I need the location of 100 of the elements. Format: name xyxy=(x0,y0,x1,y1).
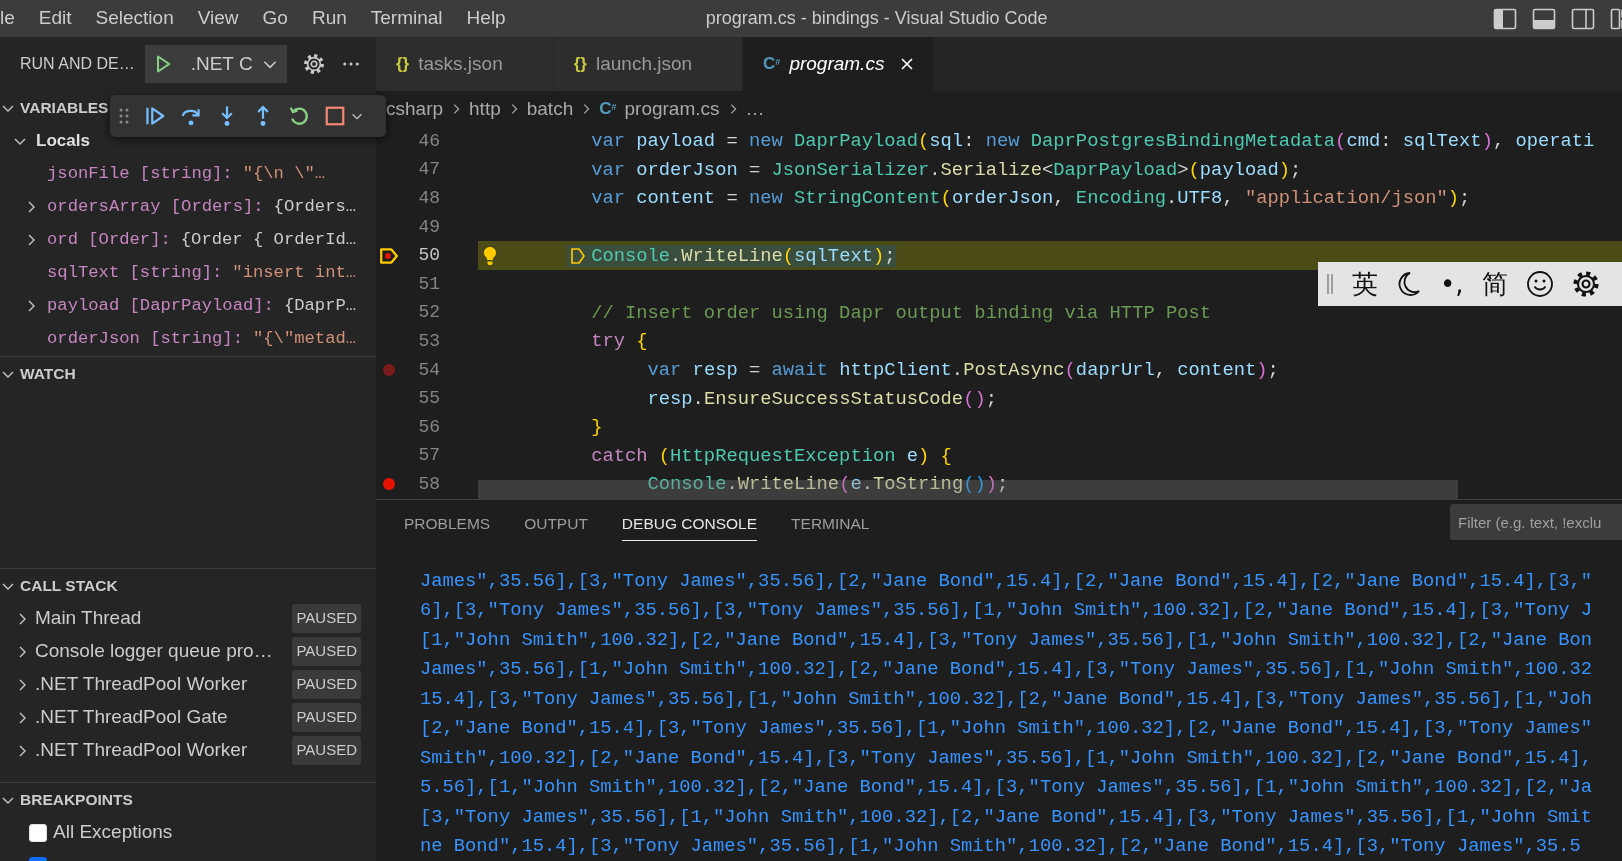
ime-toggle[interactable]: 简 xyxy=(1481,264,1508,304)
code-line: try { xyxy=(590,329,648,355)
thread-row[interactable]: Console logger queue pro… PAUSED xyxy=(0,635,376,669)
line-number: 52 xyxy=(417,301,440,325)
line-number: 54 xyxy=(417,358,440,382)
execution-marker-icon xyxy=(570,246,587,265)
code-line: var content = new StringContent(orderJson, Encoding.UTF8, "application/json"); xyxy=(590,186,1471,212)
console-output-line: ne Bond",15.4],[3,"Tony James",35.56],[1,"John Smith",100.32],[2,"Jane Bond",15.4],[3,"Tony James",35.5 xyxy=(420,834,1582,860)
code-line: var orderJson = JsonSerializer.Serialize<DaprPayload>(payload); xyxy=(590,157,1302,183)
line-number: 51 xyxy=(417,272,440,296)
breadcrumb-item[interactable]: C$^{#}$ program.cs xyxy=(599,94,720,124)
breadcrumb-item[interactable]: csharp xyxy=(386,94,444,124)
line-number: 53 xyxy=(417,330,440,353)
console-output-line: 5.56],[1,"John Smith",100.32],[2,"Jane Bond",15.4],[3,"Tony James",35.56],[1,"John Smith",100.32],[2,"Ja xyxy=(420,775,1594,801)
editor-tab[interactable]: {} launch.json xyxy=(553,37,744,92)
moon-icon[interactable] xyxy=(1396,270,1422,298)
panel-toggle-icon[interactable] xyxy=(1532,7,1556,30)
drag-handle-icon[interactable] xyxy=(118,107,130,125)
console-output-line: James",35.56],[1,"John Smith",100.32],[2,"Jane Bond",15.4],[3,"Tony James",35.56],[1,"John Smith",100.32 xyxy=(420,657,1594,683)
code-line: var resp = await httpClient.PostAsync(daprUrl, content); xyxy=(646,358,1279,383)
continue-icon[interactable] xyxy=(144,105,166,127)
section-header[interactable]: VARIABLES xyxy=(0,91,109,125)
menu-item[interactable]: Help xyxy=(466,4,506,33)
sidebar-toggle-icon[interactable] xyxy=(1493,7,1517,30)
line-number: 48 xyxy=(417,187,440,211)
console-output-line: 6],[3,"Tony James",35.56],[3,"Tony James",35.56],[1,"John Smith",100.32],[2,"Jane Bond",15.4],[3,"Tony J xyxy=(420,598,1594,624)
code-line: // Insert order using Dapr output binding via HTTP Post xyxy=(590,300,1212,326)
console-output-line: James",35.56],[3,"Tony James",35.56],[2,"Jane Bond",15.4],[2,"Jane Bond",15.4],[2,"Jane Bond",15.4],[3," xyxy=(420,568,1594,594)
code-line: catch (HttpRequestException e) { xyxy=(590,443,952,469)
variable-row[interactable]: orderJson [string]: "{\"metad… xyxy=(0,322,376,356)
panel-tab[interactable]: DEBUG CONSOLE xyxy=(621,503,758,542)
current-line-breakpoint-icon[interactable] xyxy=(379,245,399,266)
status-badge: PAUSED xyxy=(292,736,361,765)
code-line: resp.EnsureSuccessStatusCode(); xyxy=(646,386,997,412)
lightbulb-icon[interactable] xyxy=(481,245,498,266)
line-number: 56 xyxy=(417,415,440,439)
panel-tab[interactable]: OUTPUT xyxy=(524,503,588,542)
breadcrumb-item[interactable]: batch xyxy=(526,94,574,124)
thread-row[interactable]: .NET ThreadPool Gate PAUSED xyxy=(0,701,376,735)
line-number: 46 xyxy=(417,129,440,153)
json-file-icon: {} xyxy=(573,51,587,77)
line-number: 58 xyxy=(417,472,440,496)
drag-handle-icon[interactable] xyxy=(1326,272,1334,296)
menu-item[interactable]: Go xyxy=(262,4,288,33)
ime-toggle[interactable]: •, xyxy=(1440,264,1464,304)
menu-item[interactable]: Selection xyxy=(95,4,174,33)
code-line: Console.WriteLine(e.ToString()); xyxy=(646,472,1009,498)
variable-row[interactable]: ord [Order]: {Order { OrderId… xyxy=(0,223,376,257)
status-badge: PAUSED xyxy=(292,637,361,666)
menu-item[interactable]: Run xyxy=(311,4,347,33)
section-header[interactable]: CALL STACK xyxy=(0,569,118,603)
variable-row[interactable]: payload [DaprPayload]: {DaprP… xyxy=(0,289,376,323)
menu-item[interactable]: Edit xyxy=(38,4,72,33)
console-output-line: Smith",100.32],[2,"Jane Bond",15.4],[3,"Tony James",35.56],[1,"John Smith",100.32],[2,"Jane Bond",15.4], xyxy=(420,745,1594,771)
csharp-file-icon: C$^{#}$ xyxy=(599,96,617,122)
panel-title: RUN AND DE… xyxy=(20,54,135,75)
breakpoint-icon[interactable] xyxy=(382,477,396,492)
ime-toggle[interactable]: 英 xyxy=(1352,264,1378,304)
section-header[interactable]: WATCH xyxy=(0,357,76,391)
csharp-file-icon: C$^{#}$ xyxy=(763,51,781,77)
breadcrumb-item[interactable]: http xyxy=(469,94,501,124)
breakpoint-label: All Exceptions xyxy=(53,820,173,845)
filter-field[interactable]: Filter (e.g. text, !exclu xyxy=(1450,504,1622,541)
thread-row[interactable]: Main Thread PAUSED xyxy=(0,602,376,636)
panel-tab[interactable]: PROBLEMS xyxy=(404,503,491,542)
breadcrumb-item[interactable]: … xyxy=(745,94,765,124)
status-badge: PAUSED xyxy=(292,604,361,633)
line-number: 47 xyxy=(417,158,440,182)
menu-item[interactable]: View xyxy=(197,4,239,33)
console-output-line: [3,"Tony James",35.56],[1,"John Smith",100.32],[2,"Jane Bond",15.4],[3,"Tony James",35.56],[1,"John Smit xyxy=(420,804,1594,830)
code-line: var payload = new DaprPayload(sql: new DaprPostgresBindingMetadata(cmd: sqlText), operati xyxy=(590,129,1595,155)
menu-item[interactable]: le xyxy=(0,4,15,33)
window-title: program.cs - bindings - Visual Studio Code xyxy=(705,7,1048,30)
section-header[interactable]: BREAKPOINTS xyxy=(0,783,133,817)
smiley-icon[interactable] xyxy=(1525,270,1554,298)
stop-icon[interactable] xyxy=(324,105,346,127)
console-output-line: 15.4],[3,"Tony James",35.56],[1,"John Smith",100.32],[2,"Jane Bond",15.4],[3,"Tony James",35.56],[1,"Joh xyxy=(420,686,1594,712)
menu-item[interactable]: Terminal xyxy=(370,4,443,33)
line-number: 50 xyxy=(417,244,440,268)
json-file-icon: {} xyxy=(396,51,410,77)
thread-row[interactable]: .NET ThreadPool Worker PAUSED xyxy=(0,668,376,702)
panel-tab[interactable]: TERMINAL xyxy=(791,503,870,542)
console-output-line: [1,"John Smith",100.32],[2,"Jane Bond",15.4],[3,"Tony James",35.56],[1,"John Smith",100.32],[2,"Jane Bon xyxy=(420,627,1594,653)
thread-row[interactable]: .NET ThreadPool Worker PAUSED xyxy=(0,734,376,768)
settings-icon[interactable] xyxy=(302,53,325,76)
console-output-line: [2,"Jane Bond",15.4],[3,"Tony James",35.56],[1,"John Smith",100.32],[2,"Jane Bond",15.4],[3,"Tony James" xyxy=(420,716,1594,742)
editor-tab[interactable]: C$^{#}$ program.cs xyxy=(743,37,935,92)
editor-tab[interactable]: {} tasks.json xyxy=(376,37,554,92)
variable-row[interactable]: sqlText [string]: "insert int… xyxy=(0,256,376,290)
settings-icon[interactable] xyxy=(1571,270,1600,298)
line-number: 49 xyxy=(417,215,440,239)
status-badge: PAUSED xyxy=(292,703,361,732)
status-badge: PAUSED xyxy=(292,670,361,699)
variable-row[interactable]: ordersArray [Orders]: {Orders… xyxy=(0,190,376,224)
launch-config-dropdown[interactable]: .NET C xyxy=(144,45,287,84)
secondary-sidebar-icon[interactable] xyxy=(1571,7,1595,30)
scope-row[interactable]: Locals xyxy=(0,124,90,158)
line-number: 57 xyxy=(417,444,440,468)
variable-row[interactable]: jsonFile [string]: "{\n \"… xyxy=(0,157,376,191)
restart-icon[interactable] xyxy=(288,105,310,127)
